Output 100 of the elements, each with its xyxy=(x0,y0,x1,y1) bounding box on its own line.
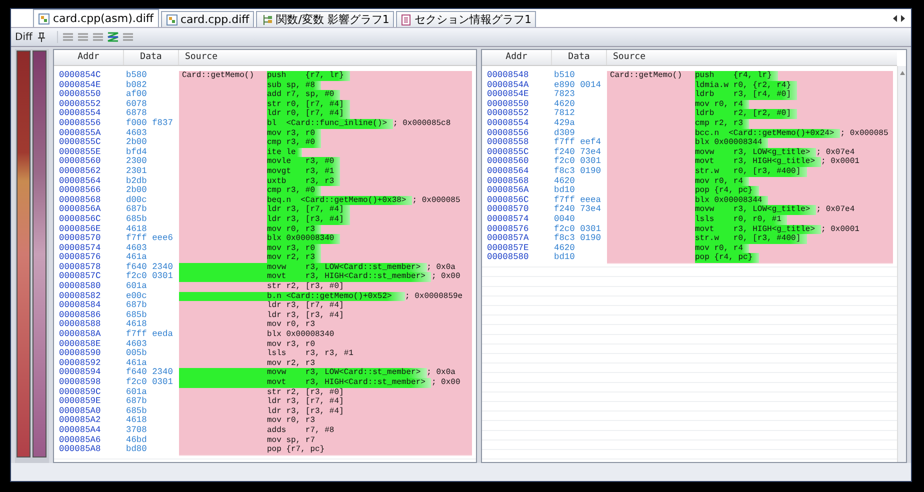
address-cell-text: 0000857A xyxy=(486,234,530,244)
data-cell-text: b082 xyxy=(125,80,148,90)
instruction-text: movw r3, LOW<g_title> xyxy=(695,205,816,215)
tab[interactable]: セクション情報グラフ1 xyxy=(396,11,536,27)
address-cell-text: 00008574 xyxy=(58,244,102,253)
instruction-text: str r2, [r3, #0] xyxy=(267,282,345,292)
column-header[interactable]: Addr xyxy=(54,50,124,65)
instruction-text: movw r3, LOW<g_title> xyxy=(695,148,816,158)
data-cell-text: 6878 xyxy=(125,109,148,118)
data-cell-text: 601a xyxy=(125,282,148,292)
function-label: Card::getMemo() xyxy=(609,71,684,81)
lines-icon[interactable] xyxy=(77,31,90,43)
column-header[interactable]: Addr xyxy=(482,50,552,65)
instruction-text: mov r0, r4 xyxy=(695,100,750,110)
instruction-text: adds r7, #8 xyxy=(267,426,336,436)
address-cell-text: 0000854E xyxy=(58,80,102,90)
instruction-text: mov r0, r4 xyxy=(695,244,750,254)
address-cell-text: 000085A0 xyxy=(58,406,102,416)
instruction-text: movw r3, LOW<Card::st_member> xyxy=(179,368,427,378)
address-cell-text: 00008580 xyxy=(486,253,530,264)
address-cell-text: 00008584 xyxy=(58,301,102,311)
address-cell-text: 00008554 xyxy=(58,109,102,119)
data-cell-text: d309 xyxy=(553,128,576,138)
left-arrow-icon[interactable] xyxy=(893,14,898,22)
tree-icon xyxy=(261,14,274,26)
address-cell-text: 0000859C xyxy=(58,388,102,397)
instruction-text: ldr r3, [r7, #4] xyxy=(267,205,350,215)
data-cell-text: 4603 xyxy=(125,244,148,253)
comment-text: ; 0x000085 xyxy=(412,196,460,206)
column-header[interactable]: Data xyxy=(124,50,179,65)
address-cell-text: 0000856C xyxy=(58,214,102,225)
address-cell-text: 00008560 xyxy=(58,157,102,167)
tab[interactable]: card.cpp.diff xyxy=(160,11,254,27)
data-cell-text: f2c0 0301 xyxy=(125,378,174,388)
instruction-text: mov r0, r3 xyxy=(267,320,316,330)
address-cell-text: 0000854A xyxy=(486,80,530,90)
address-cell-text: 0000857E xyxy=(486,244,530,253)
data-cell-text: f2c0 0301 xyxy=(553,224,602,234)
lines-icon[interactable] xyxy=(92,31,104,43)
column-header[interactable]: Source xyxy=(179,50,476,65)
column-header[interactable]: Source xyxy=(607,50,897,65)
lines-icon[interactable] xyxy=(62,31,74,43)
data-cell-text: 685b xyxy=(125,406,148,416)
address-cell-text: 00008574 xyxy=(486,214,530,225)
comment-text: ; 0x000085c8 xyxy=(393,118,451,129)
comment-text: ; 0x0001 xyxy=(821,157,860,167)
instruction-text: ldr r3, [r3, #4] xyxy=(267,310,345,320)
data-cell-text: 429a xyxy=(553,118,576,128)
tab[interactable]: card.cpp(asm).diff xyxy=(33,9,158,27)
address-cell-text: 0000856C xyxy=(486,196,530,205)
instruction-text: movw r3, LOW<Card::st_member> xyxy=(179,262,427,272)
instruction-text: cmp r2, r3 xyxy=(695,118,750,129)
address-cell-text: 00008548 xyxy=(486,71,530,81)
pin-icon[interactable] xyxy=(38,32,46,42)
instruction-text: add r7, sp, #0 xyxy=(267,90,340,100)
comment-text: ; 0x000085 xyxy=(840,128,888,138)
instruction-text: mov r2, r3 xyxy=(267,253,322,263)
data-cell-text: f240 73e4 xyxy=(553,205,602,215)
data-cell-text: 685b xyxy=(125,310,148,320)
scroll-up-arrow-icon[interactable] xyxy=(900,71,904,75)
address-cell-text: 00008590 xyxy=(58,349,102,359)
data-cell-text: 4620 xyxy=(553,244,576,253)
zigzag-lines-icon[interactable] xyxy=(107,31,120,43)
column-header[interactable]: Data xyxy=(552,50,607,65)
data-cell-text: 4603 xyxy=(125,128,148,138)
instruction-text: str.w r0, [r3, #400] xyxy=(695,166,807,177)
instruction-text: lsls r3, r3, #1 xyxy=(267,349,354,359)
instruction-text: movle r3, #0 xyxy=(267,157,340,167)
right-arrow-icon[interactable] xyxy=(900,14,905,22)
data-cell-text: 6078 xyxy=(125,100,148,109)
data-cell-text: f2c0 0301 xyxy=(553,157,602,166)
data-cell-text: 005b xyxy=(125,349,148,359)
data-cell-text: bd10 xyxy=(553,186,576,196)
address-cell-text: 00008556 xyxy=(486,128,530,138)
instruction-text: bcc.n <Card::getMemo()+0x24> xyxy=(695,128,840,138)
address-cell-text: 0000856A xyxy=(486,186,530,196)
data-cell-text: bd10 xyxy=(553,253,576,264)
address-cell-text: 000085A4 xyxy=(58,426,102,436)
address-cell-text: 00008568 xyxy=(58,196,102,205)
data-cell-text: 3708 xyxy=(125,426,148,436)
data-cell-text: 601a xyxy=(125,388,148,397)
address-cell-text: 000085A2 xyxy=(58,416,102,426)
data-cell-text: 2300 xyxy=(125,157,148,167)
instruction-text: ldrb r3, [r4, #0] xyxy=(695,90,798,100)
address-cell-text: 00008552 xyxy=(58,100,102,109)
instruction-text: mov r3, r0 xyxy=(267,128,322,138)
instruction-text: sub sp, #8 xyxy=(267,80,322,90)
data-cell-text: f7ff eef4 xyxy=(553,138,602,148)
data-cell-text: 7812 xyxy=(553,109,576,119)
address-cell-text: 0000856E xyxy=(58,224,102,234)
toolbar-title: Diff xyxy=(15,32,32,42)
lines-icon[interactable] xyxy=(122,31,134,43)
instruction-text: ldmia.w r0, {r2, r4} xyxy=(695,80,798,90)
tab[interactable]: 関数/変数 影響グラフ1 xyxy=(256,11,394,27)
instruction-text: movgt r3, #1 xyxy=(267,166,340,177)
address-cell-text: 0000855A xyxy=(58,128,102,138)
data-cell-text: 4618 xyxy=(125,416,148,426)
data-cell-text: b580 xyxy=(125,71,148,80)
instruction-text: cmp r3, #0 xyxy=(267,138,322,148)
instruction-text: str.w r0, [r3, #400] xyxy=(695,234,807,244)
